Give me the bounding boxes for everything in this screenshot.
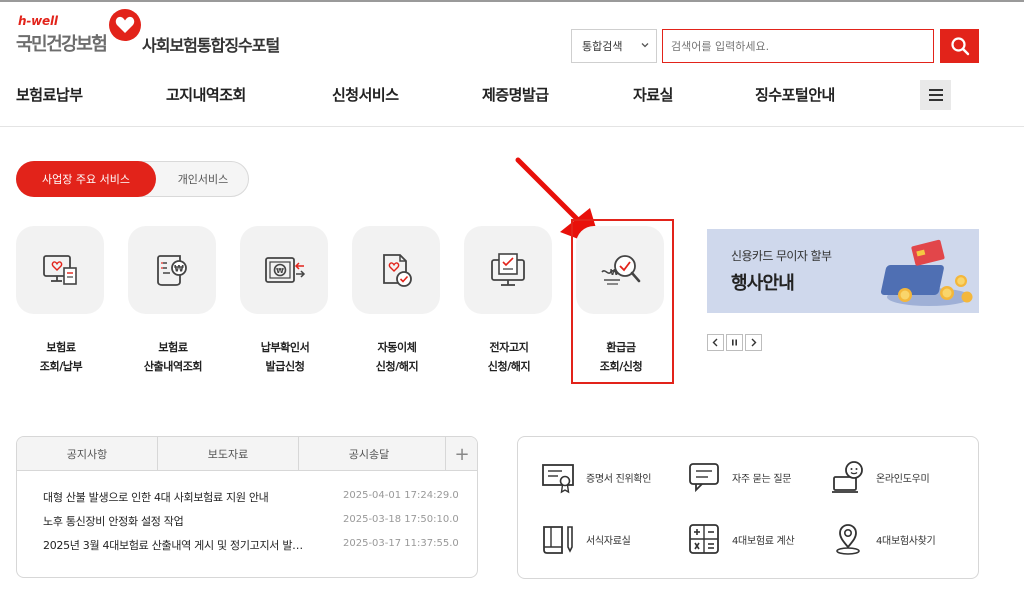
- form-book-icon: [543, 526, 573, 554]
- notice-item-title: 대형 산불 발생으로 인한 4대 사회보험료 지원 안내: [43, 491, 269, 504]
- service-tab-group: 사업장 주요 서비스 개인서비스: [16, 161, 249, 197]
- service-tile-box: ₩: [128, 226, 216, 314]
- payment-certificate-icon: ₩: [265, 257, 306, 283]
- service-tile-calculation[interactable]: ₩ 보험료 산출내역조회: [128, 226, 218, 373]
- logo-portal-name: 사회보험통합징수포털: [142, 36, 280, 55]
- notice-item[interactable]: 노후 통신장비 안정화 설정 작업 2025-03-18 17:50:10.0: [43, 513, 473, 533]
- credit-card-coins-icon: [881, 239, 973, 306]
- tab-notices[interactable]: 공지사항: [17, 437, 157, 471]
- notice-item-date: 2025-03-18 17:50:10.0: [343, 514, 459, 525]
- certificate-verify-icon: [542, 464, 574, 494]
- banner-prev-button[interactable]: [707, 334, 724, 351]
- quick-link-label: 4대보험사찾기: [876, 535, 936, 547]
- menu-button[interactable]: [920, 80, 951, 110]
- search-button[interactable]: [940, 29, 979, 63]
- notice-item-title: 2025년 3월 4대보험료 산출내역 게시 및 정기고지서 발…: [43, 539, 303, 552]
- banner-pause-button[interactable]: [726, 334, 743, 351]
- hamburger-line: [928, 89, 943, 91]
- quick-links-panel: 증명서 진위확인 자주 묻는 질문 온라인도우미 서식자료실 4대보험료 계산 …: [517, 436, 979, 579]
- logo-org-name: 국민건강보험: [16, 34, 108, 55]
- quick-link-calculator[interactable]: 4대보험료 계산: [686, 521, 795, 557]
- service-tile-box: [352, 226, 440, 314]
- notice-item-title: 노후 통신장비 안정화 설정 작업: [43, 515, 184, 528]
- calculation-scroll-icon: ₩: [157, 255, 187, 286]
- location-pin-icon: [836, 524, 860, 555]
- notice-item-date: 2025-04-01 17:24:29.0: [343, 490, 459, 501]
- service-label: 납부확인서 발급신청: [260, 341, 310, 373]
- service-tile-payment-certificate[interactable]: ₩ 납부확인서 발급신청: [240, 226, 330, 373]
- service-label: 보험료 조회/납부: [39, 341, 83, 373]
- tab-press-releases[interactable]: 보도자료: [158, 437, 298, 471]
- quick-link-label: 서식자료실: [586, 535, 631, 547]
- auto-transfer-doc-icon: [383, 254, 412, 287]
- quick-link-label: 증명서 진위확인: [586, 473, 652, 485]
- highlight-box: [571, 219, 674, 384]
- tab-divider: [445, 437, 446, 471]
- banner-next-button[interactable]: [745, 334, 762, 351]
- service-tile-auto-transfer[interactable]: 자동이체 신청/해지: [352, 226, 442, 373]
- svg-text:₩: ₩: [276, 267, 284, 275]
- nav-item-portal-guide[interactable]: 징수포털안내: [755, 84, 835, 105]
- calculator-icon: [689, 524, 719, 554]
- notice-tab-bar: 공지사항 보도자료 공시송달 +: [17, 437, 477, 471]
- quick-link-faq[interactable]: 자주 묻는 질문: [686, 459, 791, 495]
- bill-monitor-icon: [43, 255, 77, 285]
- quick-link-certificate-verify[interactable]: 증명서 진위확인: [540, 459, 651, 495]
- notice-board: 공지사항 보도자료 공시송달 + 대형 산불 발생으로 인한 4대 사회보험료 …: [16, 436, 478, 578]
- quick-link-online-helper[interactable]: 온라인도우미: [830, 459, 930, 495]
- nav-item-library[interactable]: 자료실: [633, 84, 673, 105]
- search-scope-select[interactable]: 통합검색: [571, 29, 657, 63]
- search-input[interactable]: [662, 29, 934, 63]
- nav-divider: [0, 126, 1024, 127]
- heart-logo-icon: [109, 9, 141, 41]
- service-tile-box: ₩: [240, 226, 328, 314]
- quick-link-label: 온라인도우미: [876, 473, 930, 485]
- top-border: [0, 0, 1024, 2]
- logo-tagline: h-well: [18, 14, 58, 28]
- hamburger-line: [928, 99, 943, 101]
- chevron-down-icon: [641, 43, 649, 48]
- service-tile-box: [16, 226, 104, 314]
- banner-subtitle: 신용카드 무이자 할부: [731, 249, 832, 263]
- service-tile-box: [464, 226, 552, 314]
- notice-item-date: 2025-03-17 11:37:55.0: [343, 538, 459, 549]
- notice-item[interactable]: 대형 산불 발생으로 인한 4대 사회보험료 지원 안내 2025-04-01 …: [43, 489, 473, 509]
- chevron-right-icon: [751, 338, 757, 347]
- faq-chat-icon: [689, 463, 719, 493]
- pause-icon: [732, 339, 737, 346]
- nav-item-premium-payment[interactable]: 보험료납부: [16, 84, 83, 105]
- site-logo[interactable]: h-well 국민건강보험 사회보험통합징수포털: [16, 9, 316, 60]
- service-label: 보험료 산출내역조회: [143, 341, 203, 373]
- search-scope-value: 통합검색: [582, 40, 623, 53]
- tab-personal-services[interactable]: 개인서비스: [157, 162, 249, 196]
- notice-item[interactable]: 2025년 3월 4대보험료 산출내역 게시 및 정기고지서 발… 2025-0…: [43, 537, 473, 557]
- quick-link-find-office[interactable]: 4대보험사찾기: [830, 521, 936, 557]
- notice-more-button[interactable]: +: [447, 437, 477, 471]
- tab-public-service[interactable]: 공시송달: [299, 437, 439, 471]
- chevron-left-icon: [712, 338, 718, 347]
- service-label: 자동이체 신청/해지: [375, 341, 419, 373]
- service-tile-e-notice[interactable]: 전자고지 신청/해지: [464, 226, 554, 373]
- search-icon: [950, 37, 969, 56]
- nav-item-notice-history[interactable]: 고지내역조회: [166, 84, 246, 105]
- hamburger-line: [928, 94, 943, 96]
- tab-business-services[interactable]: 사업장 주요 서비스: [16, 161, 156, 197]
- nav-item-certificates[interactable]: 제증명발급: [482, 84, 549, 105]
- quick-link-label: 자주 묻는 질문: [732, 473, 792, 485]
- quick-link-forms-library[interactable]: 서식자료실: [540, 521, 631, 557]
- quick-link-label: 4대보험료 계산: [732, 535, 795, 547]
- online-helper-icon: [832, 461, 863, 493]
- service-label: 전자고지 신청/해지: [487, 341, 531, 373]
- nav-item-application[interactable]: 신청서비스: [332, 84, 399, 105]
- service-tile-premium-inquiry[interactable]: 보험료 조회/납부: [16, 226, 106, 373]
- promo-banner[interactable]: 신용카드 무이자 할부 행사안내: [707, 229, 979, 313]
- svg-text:₩: ₩: [174, 265, 184, 275]
- banner-title: 행사안내: [731, 273, 795, 294]
- e-notice-monitor-icon: [491, 253, 525, 286]
